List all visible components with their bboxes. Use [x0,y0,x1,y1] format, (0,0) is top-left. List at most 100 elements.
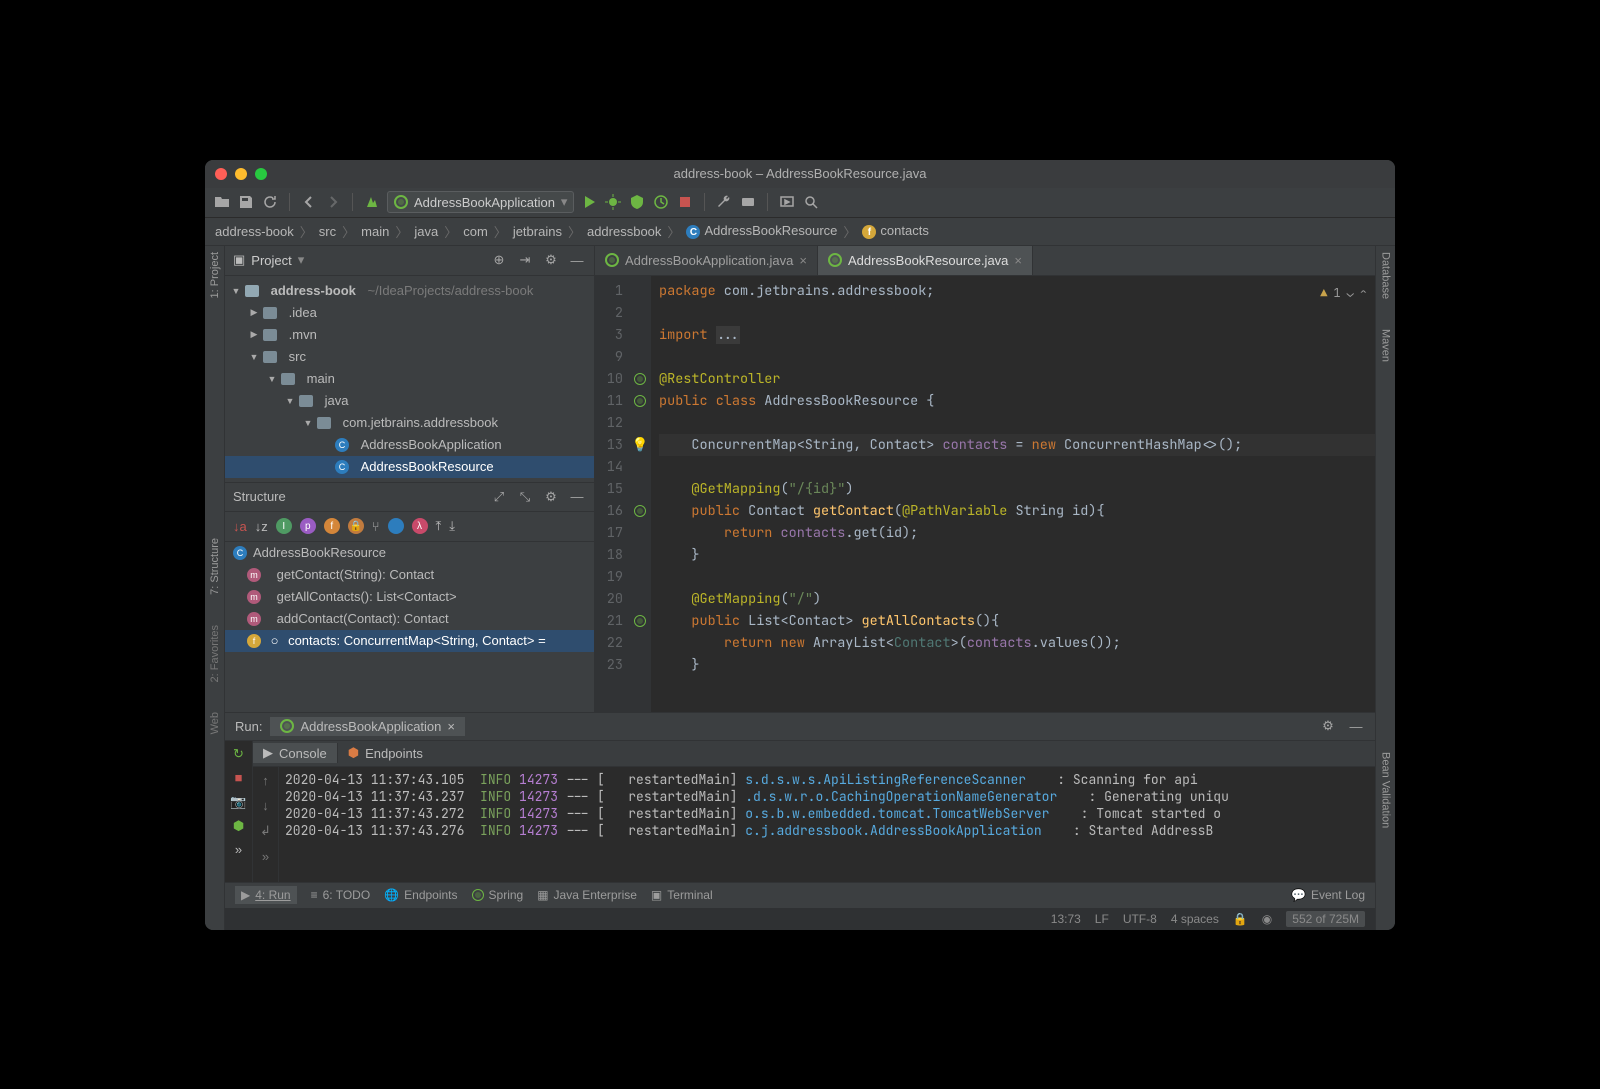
debug-icon[interactable]: ⬢ [230,817,248,835]
structure-list[interactable]: CAddressBookResource m getContact(String… [225,542,594,712]
project-title[interactable]: Project [251,253,291,268]
console-output[interactable]: 2020-04-13 11:37:43.105 INFO 14273 --- [… [279,767,1375,882]
filter-o-icon[interactable] [388,518,404,534]
bb-eventlog[interactable]: 💬 Event Log [1291,888,1365,902]
up-icon[interactable]: ↑ [262,773,269,788]
gear-icon[interactable]: ⚙ [542,488,560,506]
forward-icon[interactable] [324,193,342,211]
debug-icon[interactable] [604,193,622,211]
save-icon[interactable] [237,193,255,211]
filter-p-icon[interactable]: p [300,518,316,534]
tab-app[interactable]: AddressBookApplication.java × [595,246,818,275]
bb-endpoints[interactable]: 🌐 Endpoints [384,888,457,902]
stop-icon[interactable] [676,193,694,211]
tab-favorites[interactable]: 2: Favorites [209,625,221,682]
code-area[interactable]: 12391011121314151617181920212223 💡 ▲ 1 ⌄… [595,276,1375,712]
down-icon[interactable]: ↓ [262,798,269,813]
bc-7[interactable]: CAddressBookResource [686,223,837,240]
sync-icon[interactable] [261,193,279,211]
bb-javaee[interactable]: ▦ Java Enterprise [537,888,637,902]
project-tree[interactable]: ▼ address-book ~/IdeaProjects/address-bo… [225,276,594,482]
filter-lock-icon[interactable]: 🔒 [348,518,364,534]
hide-icon[interactable]: — [1347,717,1365,735]
endpoints-tab[interactable]: ⬢ Endpoints [338,743,433,763]
hide-icon[interactable]: — [568,488,586,506]
chevron-down-icon[interactable]: ⌄ [1347,282,1354,304]
autoscroll-from-icon[interactable]: ⤓ [449,518,455,534]
console-tab[interactable]: ▶ Console [253,743,338,763]
tab-maven[interactable]: Maven [1380,329,1392,362]
breadcrumbs: address-book〉 src〉 main〉 java〉 com〉 jetb… [205,218,1395,246]
tab-resource[interactable]: AddressBookResource.java × [818,246,1033,275]
bc-5[interactable]: jetbrains [513,224,562,239]
run-config-tab[interactable]: AddressBookApplication × [270,717,465,736]
chevron-up-icon[interactable]: ⌃ [1360,282,1367,304]
editor-tabs: AddressBookApplication.java × AddressBoo… [595,246,1375,276]
search-icon[interactable] [802,193,820,211]
run-icon[interactable] [580,193,598,211]
expand-icon[interactable]: ⤢ [490,488,508,506]
bc-3[interactable]: java [414,224,438,239]
presentation-icon[interactable] [778,193,796,211]
bb-run[interactable]: ▶ 4: Run [235,886,297,904]
lock-icon[interactable]: 🔒 [1233,912,1248,926]
close-icon[interactable]: × [447,719,455,734]
run-config-label: AddressBookApplication [414,195,555,210]
line-sep[interactable]: LF [1095,912,1109,926]
titlebar: address-book – AddressBookResource.java [205,160,1395,188]
tab-structure[interactable]: 7: Structure [209,538,221,595]
run-panel: Run: AddressBookApplication × ⚙ — ↻ ■ [225,712,1375,882]
caret-pos[interactable]: 13:73 [1051,912,1081,926]
bb-todo[interactable]: ≡ 6: TODO [311,888,371,902]
filter-f-icon[interactable]: f [324,518,340,534]
more-icon[interactable]: » [230,841,248,859]
stop-icon[interactable]: ■ [230,769,248,787]
encoding[interactable]: UTF-8 [1123,912,1157,926]
hide-icon[interactable]: — [568,251,586,269]
gear-icon[interactable]: ⚙ [1319,717,1337,735]
tab-project[interactable]: 1: Project [209,252,221,298]
bc-8[interactable]: fcontacts [862,223,928,240]
run-config-combo[interactable]: AddressBookApplication ▾ [387,191,574,213]
tab-database[interactable]: Database [1380,252,1392,299]
collapse-icon[interactable]: ⇥ [516,251,534,269]
memory[interactable]: 552 of 725M [1286,911,1365,927]
bc-6[interactable]: addressbook [587,224,661,239]
open-icon[interactable] [213,193,231,211]
structure-title: Structure [233,489,286,504]
inspect-icon[interactable]: ◉ [1262,912,1272,926]
wrap-icon[interactable]: ↲ [260,823,271,839]
bb-spring[interactable]: Spring [472,888,524,902]
close-icon[interactable]: × [1014,253,1022,268]
sort-icon[interactable]: ↓a [233,519,247,534]
bc-1[interactable]: src [319,224,336,239]
bb-terminal[interactable]: ▣ Terminal [651,888,713,902]
profile-icon[interactable] [652,193,670,211]
coverage-icon[interactable] [628,193,646,211]
attach-icon[interactable] [739,193,757,211]
bc-0[interactable]: address-book [215,224,294,239]
filter-l-icon[interactable]: λ [412,518,428,534]
back-icon[interactable] [300,193,318,211]
bc-2[interactable]: main [361,224,389,239]
tab-web[interactable]: Web [209,712,221,734]
camera-icon[interactable]: 📷 [230,793,248,811]
more-icon[interactable]: » [262,849,269,864]
target-icon[interactable]: ⊕ [490,251,508,269]
indent[interactable]: 4 spaces [1171,912,1219,926]
build-icon[interactable] [363,193,381,211]
chevron-down-icon[interactable]: ▾ [298,252,305,268]
gear-icon[interactable]: ⚙ [542,251,560,269]
sort2-icon[interactable]: ↓z [255,519,268,534]
filter-i-icon[interactable]: I [276,518,292,534]
bc-4[interactable]: com [463,224,488,239]
rerun-icon[interactable]: ↻ [230,745,248,763]
collapse-icon[interactable]: ⤡ [516,488,534,506]
tab-bean[interactable]: Bean Validation [1380,752,1392,828]
close-icon[interactable]: × [799,253,807,268]
filter-y-icon[interactable]: ⑂ [372,519,380,534]
left-tool-strip: 1: Project 7: Structure 2: Favorites Web [205,246,225,930]
wrench-icon[interactable] [715,193,733,211]
autoscroll-to-icon[interactable]: ⤒ [436,518,442,534]
inspection-bar[interactable]: ▲ 1 ⌄ ⌃ [1320,282,1367,304]
